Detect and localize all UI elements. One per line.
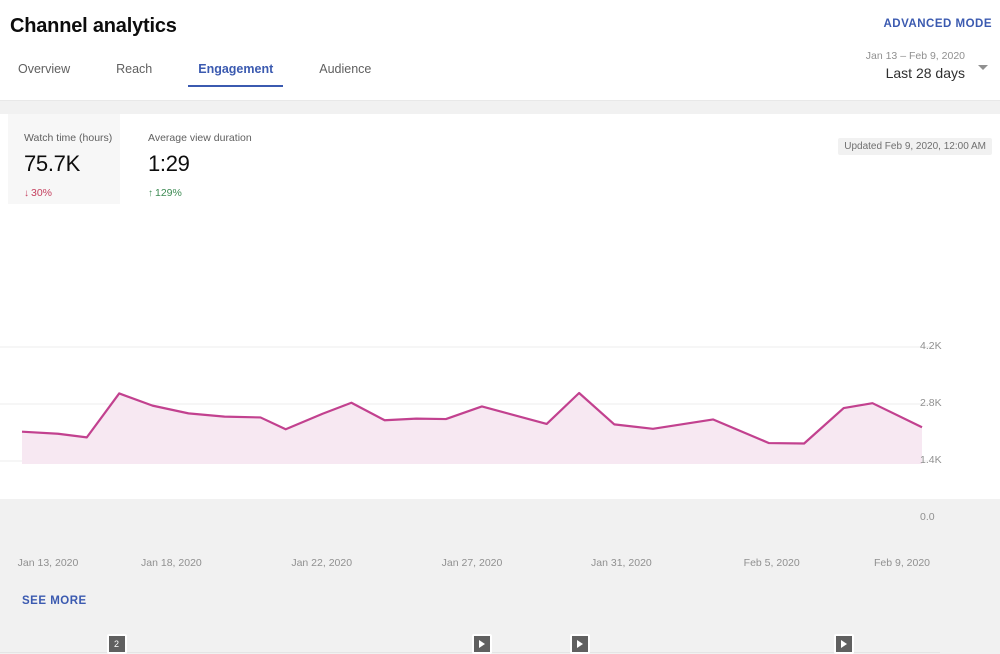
x-axis-divider (0, 652, 940, 653)
play-icon (841, 640, 847, 648)
advanced-mode-link[interactable]: ADVANCED MODE (883, 18, 992, 30)
x-axis-tick-label: Jan 31, 2020 (591, 557, 652, 569)
metric-value: 1:29 (148, 151, 316, 177)
chart-marker-video[interactable] (472, 634, 492, 654)
chart-canvas (0, 219, 1000, 464)
chart-marker-video[interactable] (570, 634, 590, 654)
see-more-link[interactable]: SEE MORE (22, 595, 87, 607)
metric-delta: ↓30% (24, 187, 104, 199)
metric-delta: ↑129% (148, 187, 316, 199)
channel-analytics-page: Channel analytics ADVANCED MODE Overview… (0, 0, 1000, 512)
metric-value: 75.7K (24, 151, 104, 177)
page-title: Channel analytics (10, 15, 177, 38)
y-axis-tick-label: 1.4K (920, 454, 960, 466)
play-icon (577, 640, 583, 648)
page-header: Channel analytics ADVANCED MODE Overview… (0, 0, 1000, 100)
tab-overview[interactable]: Overview (8, 62, 80, 87)
tab-audience[interactable]: Audience (309, 62, 381, 87)
x-axis-tick-label: Jan 22, 2020 (291, 557, 352, 569)
updated-timestamp-badge: Updated Feb 9, 2020, 12:00 AM (838, 138, 992, 155)
metric-label: Average view duration (148, 132, 316, 144)
y-axis-tick-label: 4.2K (920, 340, 960, 352)
metric-card-watch-time[interactable]: Watch time (hours) 75.7K ↓30% (8, 114, 120, 204)
date-preset-text: Last 28 days (730, 65, 990, 81)
metric-summary-row: Watch time (hours) 75.7K ↓30% Average vi… (0, 114, 1000, 204)
watch-time-chart[interactable]: 4.2K2.8K1.4K0.0 Jan 13, 2020Jan 18, 2020… (0, 219, 1000, 464)
header-divider (0, 100, 1000, 101)
chart-marker-video-count[interactable]: 2 (107, 634, 127, 654)
metric-card-avg-view-duration[interactable]: Average view duration 1:29 ↑129% (132, 114, 332, 204)
tab-reach[interactable]: Reach (106, 62, 162, 87)
tab-engagement[interactable]: Engagement (188, 62, 283, 87)
x-axis-tick-label: Jan 18, 2020 (141, 557, 202, 569)
play-icon (479, 640, 485, 648)
x-axis-tick-label: Jan 27, 2020 (442, 557, 503, 569)
date-range-text: Jan 13 – Feb 9, 2020 (730, 50, 990, 62)
x-axis-tick-label: Feb 5, 2020 (744, 557, 800, 569)
chevron-down-icon (978, 65, 988, 70)
metric-delta-value: 129% (155, 187, 182, 199)
arrow-down-icon: ↓ (24, 188, 29, 199)
arrow-up-icon: ↑ (148, 188, 153, 199)
x-axis-tick-label: Feb 9, 2020 (874, 557, 930, 569)
engagement-card: Watch time (hours) 75.7K ↓30% Average vi… (0, 114, 1000, 499)
analytics-tabs: Overview Reach Engagement Audience (8, 62, 407, 87)
x-axis-tick-label: Jan 13, 2020 (18, 557, 79, 569)
metric-label: Watch time (hours) (24, 132, 104, 144)
y-axis-tick-label: 2.8K (920, 397, 960, 409)
metric-delta-value: 30% (31, 187, 52, 199)
y-axis-tick-label: 0.0 (920, 511, 960, 523)
chart-marker-video[interactable] (834, 634, 854, 654)
date-range-selector[interactable]: Jan 13 – Feb 9, 2020 Last 28 days (730, 50, 990, 81)
